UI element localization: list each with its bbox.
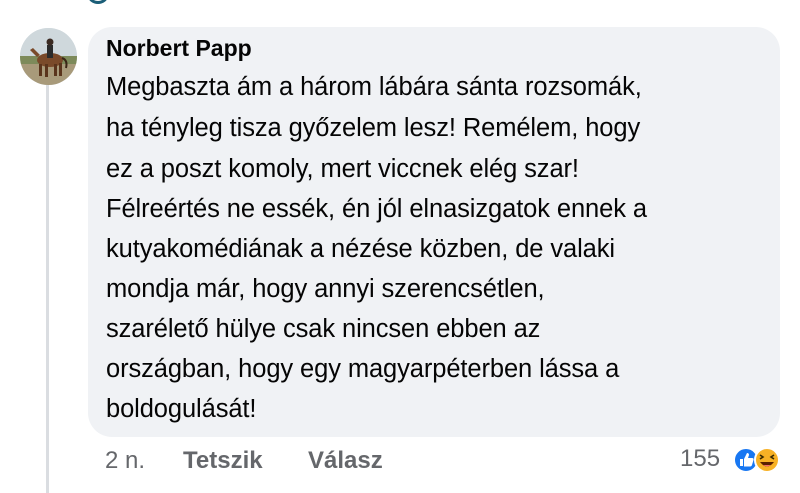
- comment-text-line: Megbaszta ám a három lábára sánta rozsom…: [106, 73, 642, 101]
- comment-timestamp[interactable]: 2 n.: [105, 447, 145, 477]
- comment-text-line: boldogulását!: [106, 395, 257, 423]
- comment-text-line: mondja már, hogy annyi szerencsétlen,: [106, 275, 545, 303]
- comment-text-line: ha tényleg tisza győzelem lesz! Remélem,…: [106, 114, 641, 142]
- avatar-image: [20, 28, 77, 85]
- reaction-count[interactable]: 155: [680, 445, 720, 473]
- comment-text-line: ez a poszt komoly, mert viccnek elég sza…: [106, 155, 579, 183]
- comment-text-line: Félreértés ne essék, én jól elnasizgatok…: [106, 195, 647, 223]
- thread-connector-line: [46, 82, 49, 493]
- comment-author-name[interactable]: Norbert Papp: [106, 35, 252, 62]
- comment-text-line: szarélető hülye csak nincsen ebben az: [106, 315, 541, 343]
- haha-reaction-icon: [754, 447, 780, 473]
- comment-view: Norbert Papp Megbaszta ám a három lábára…: [0, 0, 800, 493]
- reply-button[interactable]: Válasz: [308, 447, 383, 477]
- avatar[interactable]: [20, 28, 77, 85]
- comment-text-line: kutyakomédiának a nézése közben, de vala…: [106, 235, 615, 263]
- reactions-summary[interactable]: [733, 445, 783, 475]
- previous-comment-fragment: [88, 0, 508, 4]
- like-button[interactable]: Tetszik: [183, 447, 263, 477]
- previous-avatar-fragment: [88, 0, 108, 4]
- comment-text-line: országban, hogy egy magyarpéterben lássa…: [106, 355, 620, 383]
